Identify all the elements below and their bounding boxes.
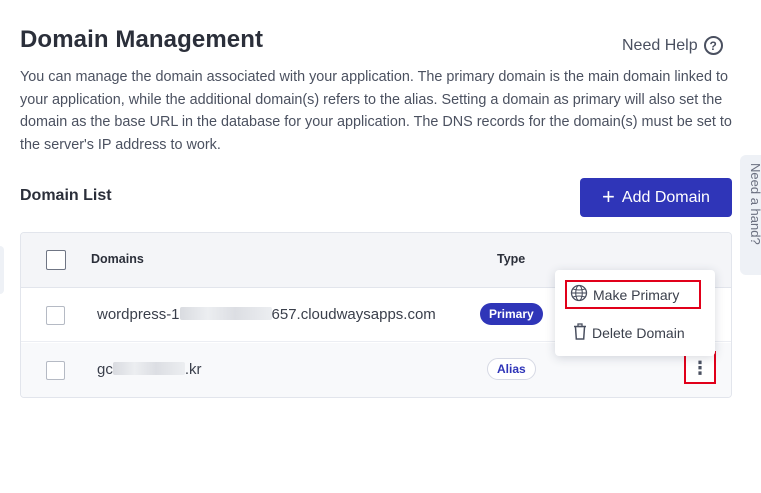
domain-name-suffix: .kr [184,361,202,378]
help-icon: ? [703,36,723,55]
domain-list-title: Domain List [20,187,112,204]
kebab-menu-icon: ⋮ [691,357,709,378]
delete-domain-label: Delete Domain [592,325,685,341]
row-checkbox[interactable] [46,306,65,325]
page-title: Domain Management [20,26,264,53]
globe-icon [570,284,588,305]
domain-name: wordpress-1 657.cloudwaysapps.com [97,306,436,323]
make-primary-menu-item[interactable]: Make Primary [565,280,701,309]
plus-icon: + [602,183,615,209]
delete-domain-menu-item[interactable]: Delete Domain [565,323,685,343]
need-help-link[interactable]: Need Help ? [622,36,723,55]
need-a-hand-label: Need a hand? [748,163,761,245]
trash-icon [573,323,587,343]
page-description: You can manage the domain associated wit… [20,69,732,153]
need-help-label: Need Help [622,36,698,54]
add-domain-label: Add Domain [621,188,710,206]
domain-name: gc .kr [97,361,202,378]
add-domain-button[interactable]: + Add Domain [580,178,732,217]
column-header-type: Type [497,252,526,266]
domain-name-prefix: wordpress-1 [97,306,180,323]
redacted-blur [179,307,272,320]
domain-name-prefix: gc [97,361,113,378]
row-checkbox[interactable] [46,361,65,380]
row-actions-menu: Make Primary Delete Domain [555,270,715,356]
domain-name-suffix: 657.cloudwaysapps.com [271,306,436,323]
redacted-blur [112,362,185,375]
column-header-domains: Domains [91,252,144,266]
need-a-hand-tab[interactable]: Need a hand? [740,155,761,275]
left-edge-tab [0,246,4,294]
make-primary-label: Make Primary [593,286,680,303]
type-badge-alias: Alias [487,358,536,380]
select-all-checkbox[interactable] [46,250,66,270]
type-badge-primary: Primary [480,303,543,325]
